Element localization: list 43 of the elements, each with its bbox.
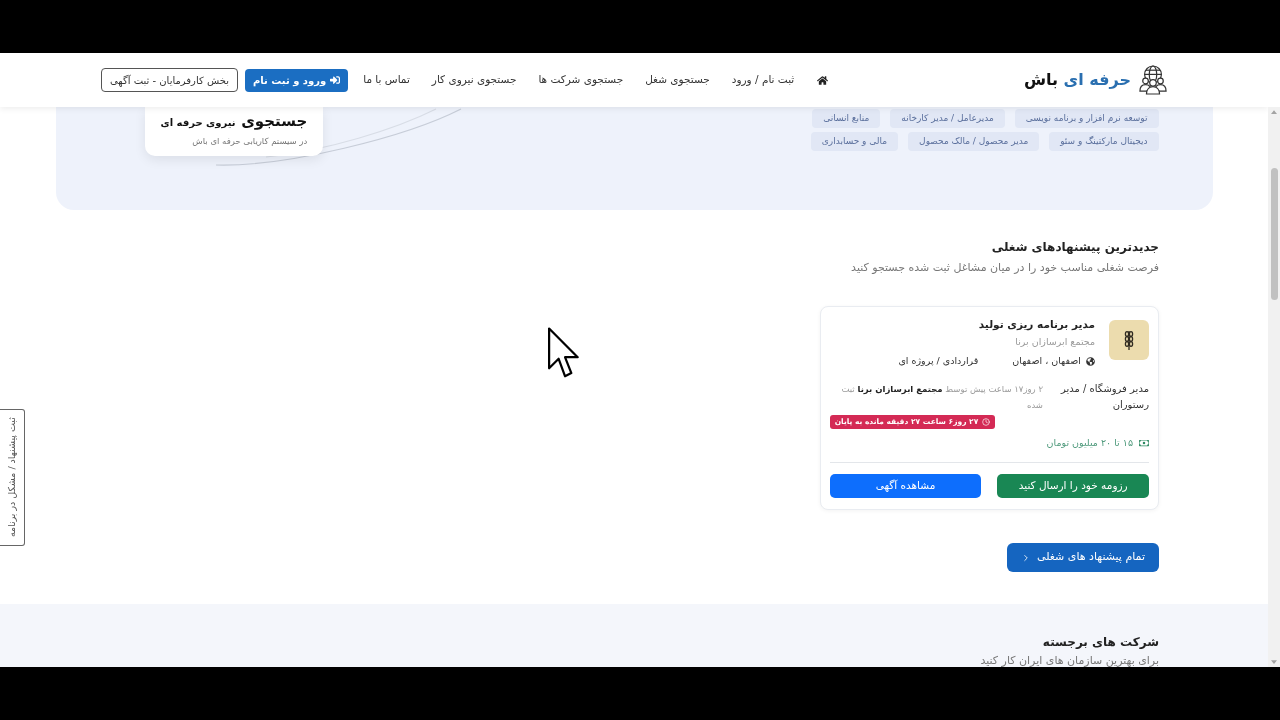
cash-icon — [1139, 438, 1149, 448]
category-tag[interactable]: مدیرعامل / مدیر کارخانه — [890, 109, 1005, 128]
category-tag[interactable]: دیجیتال مارکتینگ و سئو — [1049, 132, 1159, 151]
contract-type: قراردادی / پروژه ای — [898, 354, 979, 368]
section-title: شرکت های برجسته — [1041, 635, 1159, 650]
nav-link[interactable]: جستجوی نیروی کار — [420, 72, 528, 88]
chevron-right-icon — [1021, 552, 1031, 563]
scrollbar-thumb[interactable] — [1271, 168, 1278, 300]
nav-link[interactable]: ثبت نام / ورود — [720, 72, 806, 88]
logo-text[interactable]: حرفه ای باش — [1023, 68, 1131, 92]
section-subtitle: فرصت شغلی مناسب خود را در میان مشاغل ثبت شده جستجو کنید — [850, 261, 1159, 275]
category-tag[interactable]: توسعه نرم افزار و برنامه نویسی — [1014, 109, 1159, 128]
category-tag[interactable]: مدیر محصول / مالک محصول — [908, 132, 1040, 151]
scroll-down-arrow-icon[interactable] — [1271, 660, 1277, 664]
salary-text: ۱۵ تا ۲۰ میلیون تومان — [1046, 436, 1133, 450]
category-tag[interactable]: منابع انسانی — [812, 109, 881, 128]
sign-in-icon — [330, 75, 341, 85]
category-tag[interactable]: مالی و حسابداری — [810, 132, 899, 151]
feedback-tab[interactable]: ثبت پیشنهاد / مشکل در برنامه — [0, 409, 25, 546]
view-ad-button[interactable]: مشاهده آگهی — [829, 474, 982, 498]
all-jobs-button[interactable]: تمام پیشنهاد های شغلی — [1007, 543, 1159, 572]
wheat-icon — [1109, 320, 1149, 360]
nav-link[interactable]: جستجوی شغل — [634, 72, 721, 88]
posted-info: ۲ روز۱۷ ساعت پیش توسط مجتمع ابرسازان برنا ثبت شده — [840, 383, 1043, 412]
company-name: مجتمع ابرسازان برنا — [1014, 335, 1095, 349]
nav-link[interactable]: تماس با ما — [352, 72, 421, 88]
employer-button[interactable]: بخش کارفرمایان - ثبت آگهی — [101, 68, 238, 92]
hero-card-subtitle: در سیستم کاریابی حرفه ای باش — [191, 135, 308, 147]
job-category: مدیر فروشگاه / مدیر رستوران — [1059, 382, 1149, 412]
home-icon — [817, 74, 829, 86]
hero-card-title: جستجوی نیروی حرفه ای — [160, 111, 308, 132]
login-button[interactable]: ورود و ثبت نام — [244, 68, 349, 92]
section-title: جدیدترین پیشنهادهای شغلی — [990, 240, 1159, 255]
globe-icon — [1086, 356, 1095, 366]
job-location: اصفهان ، اصفهان — [1012, 354, 1081, 368]
nav-link[interactable]: جستجوی شرکت ها — [527, 72, 635, 88]
people-globe-icon — [1139, 65, 1167, 95]
job-title[interactable]: مدیر برنامه ریزی تولید — [898, 318, 1095, 331]
section-subtitle: برای بهترین سازمان های ایران کار کنید — [979, 654, 1159, 667]
clock-icon — [982, 418, 991, 426]
scrollbar[interactable] — [1268, 107, 1280, 667]
scroll-up-arrow-icon[interactable] — [1271, 110, 1277, 114]
send-resume-button[interactable]: رزومه خود را ارسال کنید — [997, 474, 1149, 498]
